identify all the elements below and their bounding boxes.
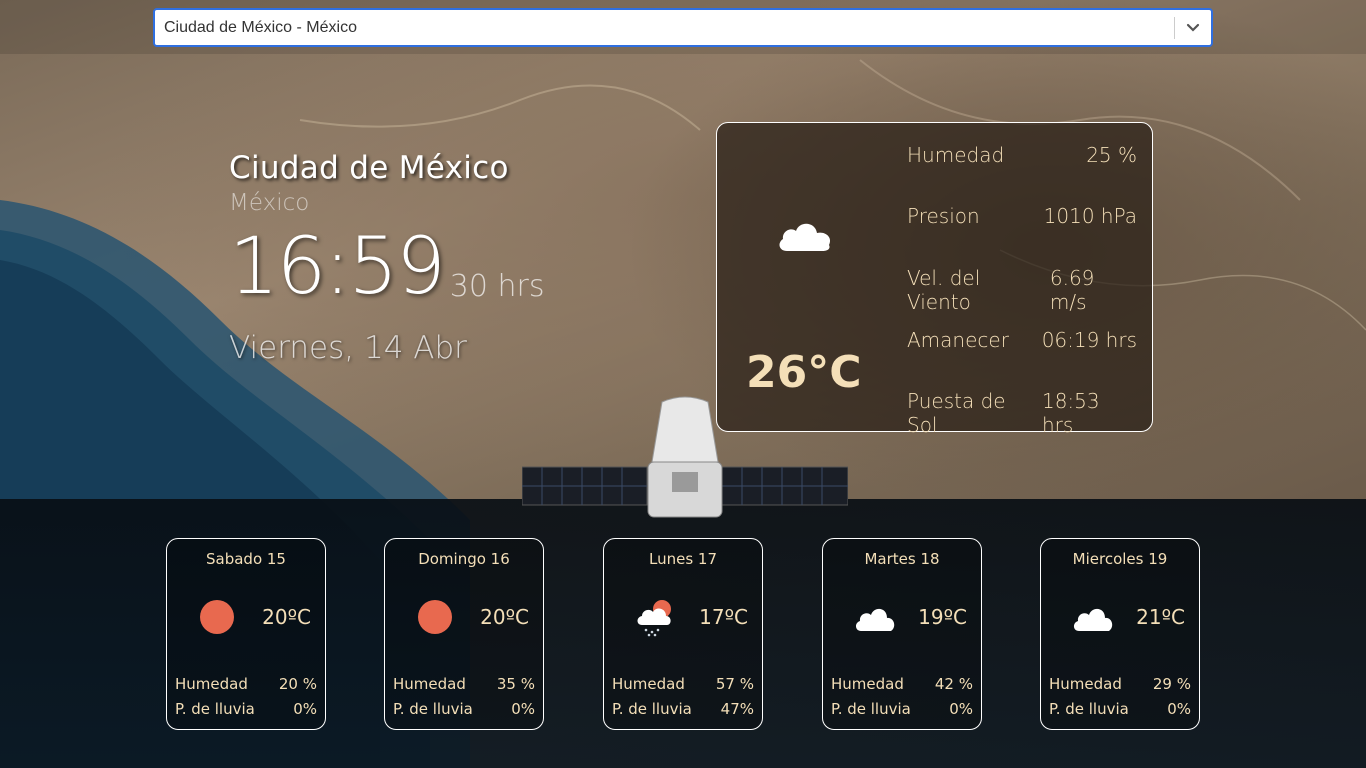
sun-icon bbox=[197, 597, 241, 637]
city-select[interactable]: Ciudad de México - México bbox=[153, 8, 1213, 47]
forecast-day: Miercoles 19 bbox=[1072, 550, 1168, 568]
current-temperature: 26°C bbox=[746, 347, 862, 398]
forecast-card: Martes 18 19ºC Humedad 42 % P. de lluvia… bbox=[822, 538, 982, 730]
rain-cloud-sun-icon bbox=[634, 597, 678, 637]
detail-value: 25 % bbox=[1086, 143, 1137, 167]
forecast-temperature: 20ºC bbox=[262, 605, 311, 629]
forecast-humidity: Humedad 57 % bbox=[612, 675, 754, 693]
forecast-rain: P. de lluvia 0% bbox=[1049, 700, 1191, 718]
rain-value: 0% bbox=[1167, 700, 1191, 718]
cloud-icon bbox=[1071, 597, 1115, 637]
city-select-value: Ciudad de México - México bbox=[164, 18, 357, 36]
humidity-label: Humedad bbox=[393, 675, 466, 693]
rain-value: 47% bbox=[720, 700, 754, 718]
forecast-day: Martes 18 bbox=[864, 550, 940, 568]
forecast-humidity: Humedad 29 % bbox=[1049, 675, 1191, 693]
detail-wind-speed: Vel. del Viento 6.69 m/s bbox=[907, 266, 1137, 314]
humidity-label: Humedad bbox=[1049, 675, 1122, 693]
rain-value: 0% bbox=[293, 700, 317, 718]
forecast-temperature: 20ºC bbox=[480, 605, 529, 629]
humidity-value: 57 % bbox=[715, 675, 754, 693]
detail-label: Vel. del Viento bbox=[907, 266, 981, 314]
forecast-temperature: 21ºC bbox=[1136, 605, 1185, 629]
detail-value: 6.69 m/s bbox=[1049, 266, 1095, 314]
forecast-humidity: Humedad 20 % bbox=[175, 675, 317, 693]
detail-value: 1010 hPa bbox=[1043, 204, 1137, 228]
forecast-card: Domingo 16 20ºC Humedad 35 % P. de lluvi… bbox=[384, 538, 544, 730]
clock: 16:59 30 hrs bbox=[229, 228, 544, 306]
current-date: Viernes, 14 Abr bbox=[229, 330, 467, 366]
humidity-value: 42 % bbox=[934, 675, 973, 693]
country-name: México bbox=[229, 190, 310, 216]
humidity-value: 35 % bbox=[496, 675, 535, 693]
chevron-down-icon[interactable] bbox=[1175, 10, 1211, 45]
sun-icon bbox=[415, 597, 459, 637]
detail-label: Humedad bbox=[907, 143, 1005, 167]
forecast-card: Miercoles 19 21ºC Humedad 29 % P. de llu… bbox=[1040, 538, 1200, 730]
detail-label: Puesta de Sol bbox=[907, 389, 1006, 437]
humidity-label: Humedad bbox=[175, 675, 248, 693]
detail-value: 18:53 hrs bbox=[1041, 389, 1100, 437]
humidity-value: 20 % bbox=[278, 675, 317, 693]
forecast-day: Sabado 15 bbox=[206, 550, 286, 568]
detail-value: 06:19 hrs bbox=[1041, 328, 1137, 352]
satellite-image bbox=[522, 396, 848, 518]
forecast-card: Lunes 17 17ºC Humedad 57 % P. de lluvia … bbox=[603, 538, 763, 730]
forecast-humidity: Humedad 35 % bbox=[393, 675, 535, 693]
humidity-label: Humedad bbox=[831, 675, 904, 693]
detail-sunset: Puesta de Sol 18:53 hrs bbox=[907, 389, 1137, 437]
humidity-value: 29 % bbox=[1152, 675, 1191, 693]
clock-seconds: 30 hrs bbox=[449, 269, 545, 304]
humidity-label: Humedad bbox=[612, 675, 685, 693]
rain-value: 0% bbox=[949, 700, 973, 718]
rain-label: P. de lluvia bbox=[612, 700, 692, 718]
forecast-temperature: 17ºC bbox=[699, 605, 748, 629]
detail-sunrise: Amanecer 06:19 hrs bbox=[907, 328, 1137, 352]
rain-label: P. de lluvia bbox=[393, 700, 473, 718]
detail-label: Presion bbox=[907, 204, 980, 228]
cloud-icon bbox=[853, 597, 897, 637]
forecast-day: Domingo 16 bbox=[418, 550, 510, 568]
forecast-rain: P. de lluvia 0% bbox=[393, 700, 535, 718]
forecast-rain: P. de lluvia 47% bbox=[612, 700, 754, 718]
forecast-temperature: 19ºC bbox=[918, 605, 967, 629]
detail-pressure: Presion 1010 hPa bbox=[907, 204, 1137, 228]
rain-label: P. de lluvia bbox=[831, 700, 911, 718]
forecast-day: Lunes 17 bbox=[648, 550, 717, 568]
forecast-rain: P. de lluvia 0% bbox=[175, 700, 317, 718]
current-weather-card: 26°C Humedad 25 % Presion 1010 hPa Vel. … bbox=[716, 122, 1153, 437]
forecast-humidity: Humedad 42 % bbox=[831, 675, 973, 693]
rain-label: P. de lluvia bbox=[175, 700, 255, 718]
forecast-rain: P. de lluvia 0% bbox=[831, 700, 973, 718]
clock-time: 16:59 bbox=[229, 222, 446, 312]
location-clock-panel: Ciudad de México México 16:59 30 hrs Vie… bbox=[229, 150, 544, 366]
detail-humidity: Humedad 25 % bbox=[907, 143, 1137, 167]
city-name: Ciudad de México bbox=[229, 150, 509, 186]
detail-label: Amanecer bbox=[907, 328, 1009, 352]
forecast-card: Sabado 15 20ºC Humedad 20 % P. de lluvia… bbox=[166, 538, 326, 730]
rain-label: P. de lluvia bbox=[1049, 700, 1129, 718]
cloud-icon bbox=[775, 215, 835, 259]
rain-value: 0% bbox=[511, 700, 535, 718]
